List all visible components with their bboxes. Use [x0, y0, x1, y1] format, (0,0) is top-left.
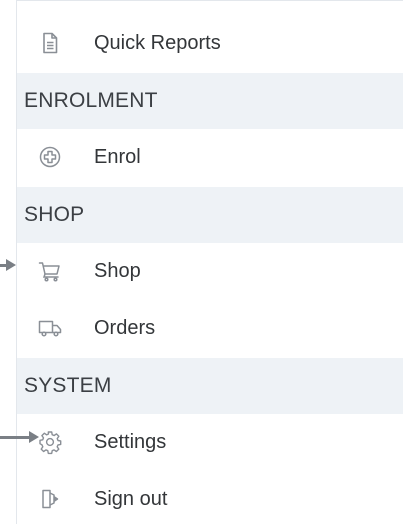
sign-out-icon	[37, 486, 63, 512]
sidebar-menu: Quick Reports ENROLMENT Enrol SHOP Shop	[16, 0, 403, 527]
menu-item-enrol[interactable]: Enrol	[17, 129, 403, 185]
truck-icon	[37, 315, 63, 341]
menu-item-shop[interactable]: Shop	[17, 243, 403, 299]
section-title: SYSTEM	[24, 374, 112, 397]
annotation-arrow-settings	[0, 431, 39, 443]
menu-item-label: Enrol	[94, 145, 141, 168]
menu-item-quick-reports[interactable]: Quick Reports	[17, 15, 403, 71]
menu-item-settings[interactable]: Settings	[17, 414, 403, 470]
menu-item-label: Sign out	[94, 487, 168, 510]
plus-circle-icon	[37, 144, 63, 170]
annotation-arrow-shop	[0, 259, 16, 271]
menu-item-label: Orders	[94, 316, 156, 339]
menu-item-orders[interactable]: Orders	[17, 300, 403, 356]
section-header-enrolment: ENROLMENT	[17, 73, 403, 129]
section-title: SHOP	[24, 203, 85, 226]
section-header-shop: SHOP	[17, 187, 403, 243]
menu-item-sign-out[interactable]: Sign out	[17, 471, 403, 527]
menu-item-label: Settings	[94, 430, 167, 453]
gear-icon	[37, 429, 63, 455]
cart-icon	[37, 258, 63, 284]
menu-item-label: Quick Reports	[94, 31, 221, 54]
section-title: ENROLMENT	[24, 89, 158, 112]
section-header-system: SYSTEM	[17, 358, 403, 414]
document-icon	[37, 30, 63, 56]
menu-item-label: Shop	[94, 259, 141, 282]
